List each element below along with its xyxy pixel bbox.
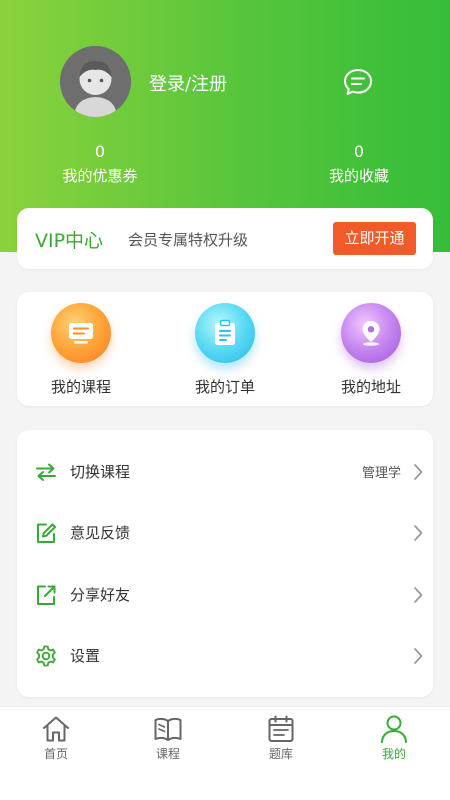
course-icon xyxy=(51,303,111,363)
my-address-label: 我的地址 xyxy=(340,378,401,396)
my-orders-label: 我的订单 xyxy=(194,378,255,396)
chat-bubble-icon xyxy=(344,69,372,95)
my-address-link[interactable]: 我的地址 xyxy=(316,302,426,402)
calendar-icon xyxy=(268,715,294,742)
tab-courses[interactable]: 课程 xyxy=(112,707,224,800)
location-icon xyxy=(341,303,401,363)
vip-activate-button[interactable]: 立即开通 xyxy=(333,222,416,255)
my-courses-link[interactable]: 我的课程 xyxy=(26,302,136,402)
tab-home-label: 首页 xyxy=(43,747,68,761)
chevron-right-icon xyxy=(414,648,423,664)
menu-item-share[interactable]: 分享好友 xyxy=(17,567,433,623)
bottom-tab-bar: 首页 课程 题库 我的 xyxy=(0,706,450,800)
vip-card: VIP中心 会员专属特权升级 立即开通 xyxy=(17,208,433,269)
message-button[interactable] xyxy=(342,66,374,98)
avatar-placeholder-icon xyxy=(60,46,131,117)
menu-item-switch-course[interactable]: 切换课程 管理学 xyxy=(17,444,433,500)
gear-icon xyxy=(36,645,56,667)
switch-icon xyxy=(36,463,56,481)
coupon-label: 我的优惠券 xyxy=(62,167,138,185)
tab-question-bank[interactable]: 题库 xyxy=(225,707,337,800)
user-icon xyxy=(381,715,407,743)
vip-description: 会员专属特权升级 xyxy=(128,231,249,249)
my-courses-label: 我的课程 xyxy=(50,378,111,396)
feedback-label: 意见反馈 xyxy=(70,524,131,542)
tab-question-bank-label: 题库 xyxy=(268,747,293,761)
menu-item-feedback[interactable]: 意见反馈 xyxy=(17,505,433,561)
chevron-right-icon xyxy=(414,587,423,603)
menu-item-settings[interactable]: 设置 xyxy=(17,628,433,684)
switch-course-label: 切换课程 xyxy=(70,463,131,481)
coupon-stat[interactable]: 0 我的优惠券 xyxy=(50,142,150,187)
home-icon xyxy=(43,716,69,742)
book-icon xyxy=(154,717,182,741)
quick-links-card: 我的课程 我的订单 我的地址 xyxy=(17,292,433,406)
avatar[interactable] xyxy=(60,46,131,117)
chevron-right-icon xyxy=(414,464,423,480)
favorites-count: 0 xyxy=(353,142,365,161)
login-register-link[interactable]: 登录/注册 xyxy=(149,70,227,96)
order-icon xyxy=(195,303,255,363)
tab-home[interactable]: 首页 xyxy=(0,707,112,800)
share-label: 分享好友 xyxy=(70,586,131,604)
coupon-count: 0 xyxy=(94,142,106,161)
tab-courses-label: 课程 xyxy=(155,747,180,761)
settings-label: 设置 xyxy=(70,647,101,665)
chevron-right-icon xyxy=(414,525,423,541)
tab-mine-label: 我的 xyxy=(381,747,406,761)
settings-menu-card: 切换课程 管理学 意见反馈 分享好友 设置 xyxy=(17,430,433,697)
current-course-value: 管理学 xyxy=(361,466,401,481)
tab-mine[interactable]: 我的 xyxy=(338,707,450,800)
feedback-icon xyxy=(37,523,57,543)
vip-title: VIP中心 xyxy=(35,230,104,252)
favorites-label: 我的收藏 xyxy=(328,167,389,185)
my-orders-link[interactable]: 我的订单 xyxy=(170,302,280,402)
share-icon xyxy=(37,585,56,605)
favorites-stat[interactable]: 0 我的收藏 xyxy=(309,142,409,187)
